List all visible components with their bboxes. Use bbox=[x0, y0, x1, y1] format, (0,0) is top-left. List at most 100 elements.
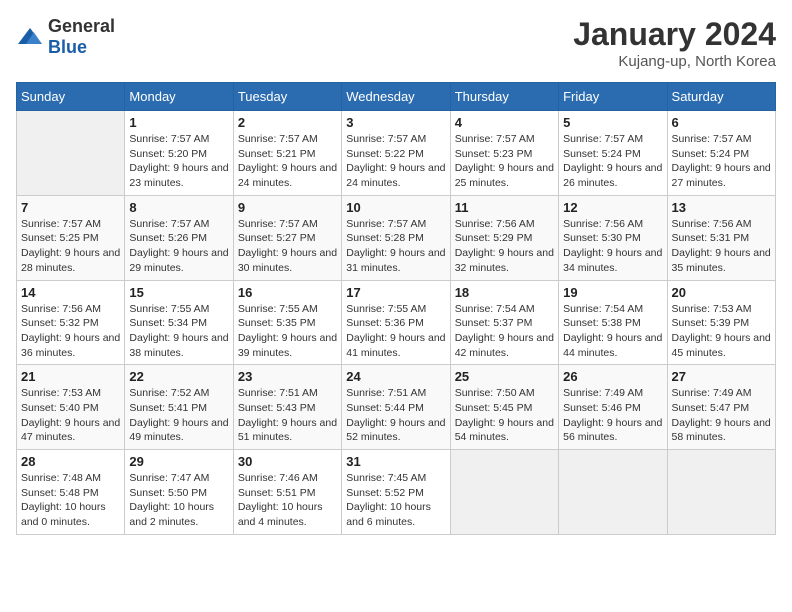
day-number: 13 bbox=[672, 200, 771, 215]
day-number: 22 bbox=[129, 369, 228, 384]
day-number: 25 bbox=[455, 369, 554, 384]
day-number: 26 bbox=[563, 369, 662, 384]
month-title: January 2024 bbox=[573, 16, 776, 53]
calendar-cell: 22Sunrise: 7:52 AMSunset: 5:41 PMDayligh… bbox=[125, 365, 233, 450]
calendar-cell bbox=[17, 111, 125, 196]
calendar-cell: 31 Sunrise: 7:45 AMSunset: 5:52 PMDayligh… bbox=[342, 450, 450, 535]
day-number: 21 bbox=[21, 369, 120, 384]
day-number: 16 bbox=[238, 285, 337, 300]
weekday-header-sunday: Sunday bbox=[17, 83, 125, 111]
day-info: Sunrise: 7:50 AMSunset: 5:45 PMDaylight:… bbox=[455, 386, 554, 445]
day-number: 12 bbox=[563, 200, 662, 215]
calendar-cell: 12 Sunrise: 7:56 AMSunset: 5:30 PMDayligh… bbox=[559, 195, 667, 280]
day-info: Sunrise: 7:49 AMSunset: 5:47 PMDaylight:… bbox=[672, 386, 771, 445]
calendar-week-row: 7 Sunrise: 7:57 AMSunset: 5:25 PMDaylight… bbox=[17, 195, 776, 280]
title-block: January 2024 Kujang-up, North Korea bbox=[573, 16, 776, 70]
day-number: 10 bbox=[346, 200, 445, 215]
weekday-header-monday: Monday bbox=[125, 83, 233, 111]
logo-icon bbox=[16, 26, 44, 48]
calendar-cell: 24 Sunrise: 7:51 AMSunset: 5:44 PMDayligh… bbox=[342, 365, 450, 450]
day-info: Sunrise: 7:49 AMSunset: 5:46 PMDaylight:… bbox=[563, 386, 662, 445]
day-number: 20 bbox=[672, 285, 771, 300]
day-number: 19 bbox=[563, 285, 662, 300]
calendar-cell: 2 Sunrise: 7:57 AMSunset: 5:21 PMDaylight… bbox=[233, 111, 341, 196]
calendar-cell: 4 Sunrise: 7:57 AMSunset: 5:23 PMDaylight… bbox=[450, 111, 558, 196]
weekday-header-friday: Friday bbox=[559, 83, 667, 111]
day-number: 3 bbox=[346, 115, 445, 130]
calendar-cell: 23 Sunrise: 7:51 AMSunset: 5:43 PMDayligh… bbox=[233, 365, 341, 450]
weekday-header-thursday: Thursday bbox=[450, 83, 558, 111]
calendar-cell: 19 Sunrise: 7:54 AMSunset: 5:38 PMDayligh… bbox=[559, 280, 667, 365]
calendar-cell: 14Sunrise: 7:56 AMSunset: 5:32 PMDayligh… bbox=[17, 280, 125, 365]
day-number: 8 bbox=[129, 200, 228, 215]
day-number: 17 bbox=[346, 285, 445, 300]
day-number: 18 bbox=[455, 285, 554, 300]
day-info: Sunrise: 7:55 AMSunset: 5:34 PMDaylight:… bbox=[129, 302, 228, 361]
logo: General Blue bbox=[16, 16, 115, 58]
day-info: Sunrise: 7:54 AMSunset: 5:38 PMDaylight:… bbox=[563, 302, 662, 361]
day-number: 2 bbox=[238, 115, 337, 130]
day-number: 24 bbox=[346, 369, 445, 384]
calendar-cell: 25 Sunrise: 7:50 AMSunset: 5:45 PMDayligh… bbox=[450, 365, 558, 450]
logo-general: General bbox=[48, 16, 115, 36]
day-number: 5 bbox=[563, 115, 662, 130]
calendar-cell: 13Sunrise: 7:56 AMSunset: 5:31 PMDayligh… bbox=[667, 195, 775, 280]
day-info: Sunrise: 7:54 AMSunset: 5:37 PMDaylight:… bbox=[455, 302, 554, 361]
day-info: Sunrise: 7:48 AMSunset: 5:48 PMDaylight:… bbox=[21, 471, 120, 530]
day-number: 4 bbox=[455, 115, 554, 130]
weekday-header-row: SundayMondayTuesdayWednesdayThursdayFrid… bbox=[17, 83, 776, 111]
day-number: 6 bbox=[672, 115, 771, 130]
calendar-cell: 5 Sunrise: 7:57 AMSunset: 5:24 PMDaylight… bbox=[559, 111, 667, 196]
logo-text: General Blue bbox=[48, 16, 115, 58]
calendar-cell: 18 Sunrise: 7:54 AMSunset: 5:37 PMDayligh… bbox=[450, 280, 558, 365]
day-info: Sunrise: 7:57 AMSunset: 5:24 PMDaylight:… bbox=[672, 132, 771, 191]
day-info: Sunrise: 7:51 AMSunset: 5:44 PMDaylight:… bbox=[346, 386, 445, 445]
calendar-week-row: 1Sunrise: 7:57 AMSunset: 5:20 PMDaylight… bbox=[17, 111, 776, 196]
calendar-cell: 11 Sunrise: 7:56 AMSunset: 5:29 PMDayligh… bbox=[450, 195, 558, 280]
calendar-cell bbox=[559, 450, 667, 535]
day-number: 29 bbox=[129, 454, 228, 469]
calendar-table: SundayMondayTuesdayWednesdayThursdayFrid… bbox=[16, 82, 776, 535]
calendar-cell: 27Sunrise: 7:49 AMSunset: 5:47 PMDayligh… bbox=[667, 365, 775, 450]
day-info: Sunrise: 7:55 AMSunset: 5:36 PMDaylight:… bbox=[346, 302, 445, 361]
day-info: Sunrise: 7:57 AMSunset: 5:27 PMDaylight:… bbox=[238, 217, 337, 276]
calendar-cell: 3 Sunrise: 7:57 AMSunset: 5:22 PMDaylight… bbox=[342, 111, 450, 196]
calendar-cell: 15Sunrise: 7:55 AMSunset: 5:34 PMDayligh… bbox=[125, 280, 233, 365]
weekday-header-tuesday: Tuesday bbox=[233, 83, 341, 111]
day-number: 9 bbox=[238, 200, 337, 215]
day-info: Sunrise: 7:56 AMSunset: 5:30 PMDaylight:… bbox=[563, 217, 662, 276]
location-title: Kujang-up, North Korea bbox=[573, 53, 776, 70]
day-number: 11 bbox=[455, 200, 554, 215]
calendar-cell: 29 Sunrise: 7:47 AMSunset: 5:50 PMDayligh… bbox=[125, 450, 233, 535]
calendar-cell: 20Sunrise: 7:53 AMSunset: 5:39 PMDayligh… bbox=[667, 280, 775, 365]
day-info: Sunrise: 7:57 AMSunset: 5:22 PMDaylight:… bbox=[346, 132, 445, 191]
day-number: 1 bbox=[129, 115, 228, 130]
day-info: Sunrise: 7:56 AMSunset: 5:29 PMDaylight:… bbox=[455, 217, 554, 276]
day-info: Sunrise: 7:57 AMSunset: 5:24 PMDaylight:… bbox=[563, 132, 662, 191]
day-number: 31 bbox=[346, 454, 445, 469]
calendar-cell: 16Sunrise: 7:55 AMSunset: 5:35 PMDayligh… bbox=[233, 280, 341, 365]
calendar-cell: 26 Sunrise: 7:49 AMSunset: 5:46 PMDayligh… bbox=[559, 365, 667, 450]
weekday-header-saturday: Saturday bbox=[667, 83, 775, 111]
day-number: 23 bbox=[238, 369, 337, 384]
calendar-cell bbox=[667, 450, 775, 535]
day-info: Sunrise: 7:47 AMSunset: 5:50 PMDaylight:… bbox=[129, 471, 228, 530]
calendar-week-row: 21Sunrise: 7:53 AMSunset: 5:40 PMDayligh… bbox=[17, 365, 776, 450]
day-info: Sunrise: 7:57 AMSunset: 5:26 PMDaylight:… bbox=[129, 217, 228, 276]
day-info: Sunrise: 7:57 AMSunset: 5:28 PMDaylight:… bbox=[346, 217, 445, 276]
calendar-week-row: 28Sunrise: 7:48 AMSunset: 5:48 PMDayligh… bbox=[17, 450, 776, 535]
day-info: Sunrise: 7:57 AMSunset: 5:21 PMDaylight:… bbox=[238, 132, 337, 191]
calendar-week-row: 14Sunrise: 7:56 AMSunset: 5:32 PMDayligh… bbox=[17, 280, 776, 365]
day-number: 7 bbox=[21, 200, 120, 215]
weekday-header-wednesday: Wednesday bbox=[342, 83, 450, 111]
day-info: Sunrise: 7:51 AMSunset: 5:43 PMDaylight:… bbox=[238, 386, 337, 445]
day-number: 30 bbox=[238, 454, 337, 469]
calendar-cell: 10 Sunrise: 7:57 AMSunset: 5:28 PMDayligh… bbox=[342, 195, 450, 280]
day-info: Sunrise: 7:46 AMSunset: 5:51 PMDaylight:… bbox=[238, 471, 337, 530]
day-info: Sunrise: 7:45 AMSunset: 5:52 PMDaylight:… bbox=[346, 471, 445, 530]
day-info: Sunrise: 7:57 AMSunset: 5:23 PMDaylight:… bbox=[455, 132, 554, 191]
calendar-cell: 9 Sunrise: 7:57 AMSunset: 5:27 PMDaylight… bbox=[233, 195, 341, 280]
calendar-cell: 8 Sunrise: 7:57 AMSunset: 5:26 PMDaylight… bbox=[125, 195, 233, 280]
day-info: Sunrise: 7:57 AMSunset: 5:25 PMDaylight:… bbox=[21, 217, 120, 276]
calendar-cell: 30 Sunrise: 7:46 AMSunset: 5:51 PMDayligh… bbox=[233, 450, 341, 535]
